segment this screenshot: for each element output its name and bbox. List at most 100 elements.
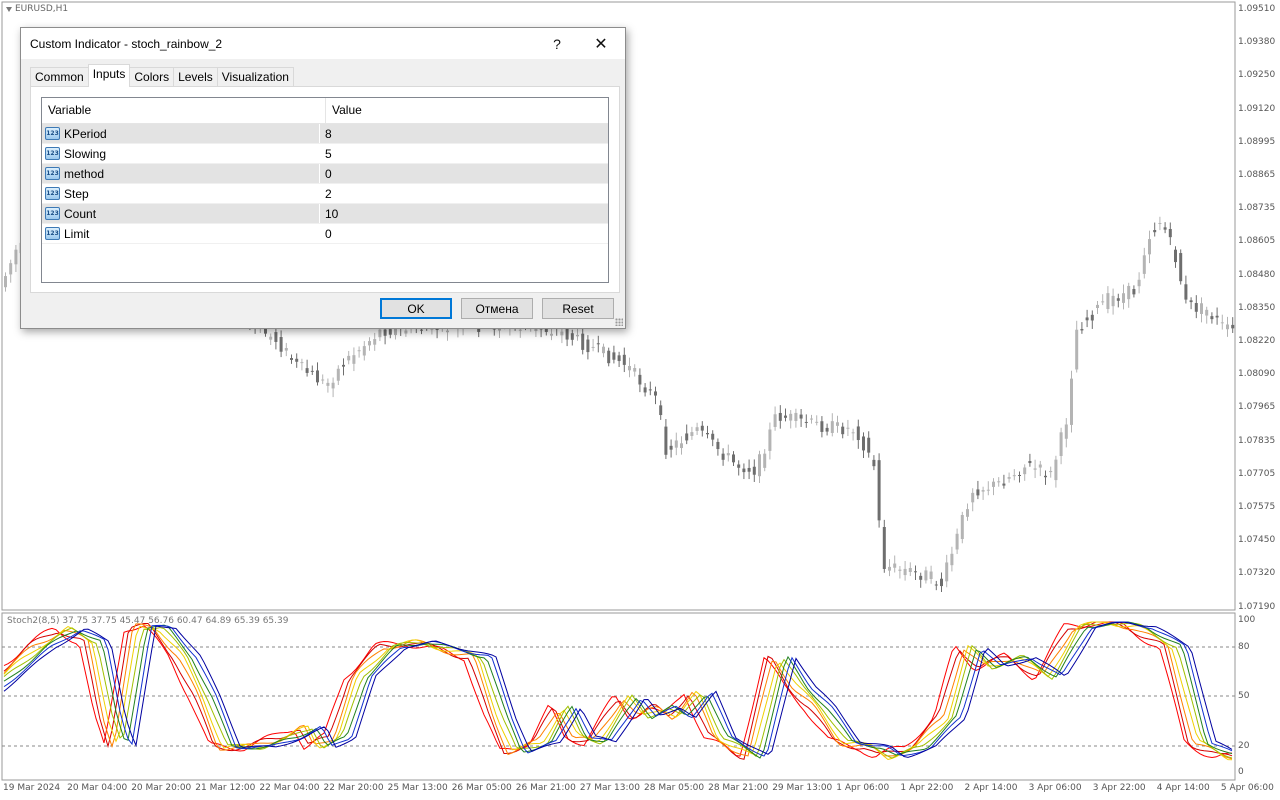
reset-button[interactable]: Reset: [542, 298, 614, 319]
candle-body: [789, 413, 793, 421]
candle-body: [336, 368, 340, 381]
variable-cell: 123 method: [42, 164, 320, 183]
variable-cell: 123 Step: [42, 184, 320, 203]
candle-body: [378, 329, 382, 338]
value-cell[interactable]: 2: [320, 184, 332, 203]
help-button[interactable]: ?: [535, 28, 579, 59]
value-cell[interactable]: 0: [320, 224, 332, 243]
table-row[interactable]: 123 Limit 0: [42, 224, 608, 244]
grid-header: Variable Value: [42, 98, 608, 124]
close-button[interactable]: ✕: [579, 28, 623, 59]
candle-body: [357, 350, 361, 352]
candle-body: [825, 427, 829, 432]
ok-button[interactable]: OK: [380, 298, 452, 319]
price-tick-label: 1.08350: [1238, 302, 1276, 313]
time-tick-label: 26 Mar 21:00: [515, 783, 576, 793]
candle-body: [404, 330, 408, 334]
candle-body: [321, 379, 325, 381]
candle-body: [976, 489, 980, 496]
candle-body: [383, 329, 387, 336]
time-tick-label: 20 Mar 04:00: [67, 783, 128, 793]
time-tick-label: 4 Apr 14:00: [1156, 783, 1210, 793]
table-row[interactable]: 123 Slowing 5: [42, 144, 608, 164]
candle-body: [1033, 468, 1037, 470]
tab-colors[interactable]: Colors: [129, 67, 175, 87]
integer-type-icon: 123: [45, 207, 60, 220]
value-cell[interactable]: 8: [320, 124, 332, 143]
candle-body: [342, 364, 345, 367]
table-row[interactable]: 123 Count 10: [42, 204, 608, 224]
candle-body: [1070, 378, 1073, 425]
candle-body: [300, 362, 304, 364]
price-tick-label: 1.08995: [1238, 136, 1276, 147]
variable-name: Step: [64, 186, 89, 201]
candle-body: [518, 329, 522, 331]
tab-common[interactable]: Common: [30, 67, 89, 87]
time-tick-label: 28 Mar 21:00: [708, 783, 769, 793]
candle-body: [1023, 467, 1027, 475]
candle-body: [758, 454, 761, 477]
variable-cell: 123 KPeriod: [42, 124, 320, 143]
candle-body: [331, 382, 335, 389]
candle-body: [1174, 249, 1177, 263]
dialog-titlebar[interactable]: Custom Indicator - stoch_rainbow_2 ? ✕: [21, 28, 625, 59]
candle-body: [664, 426, 668, 455]
candle-body: [778, 412, 782, 421]
candle-body: [1127, 285, 1131, 300]
candle-body: [368, 341, 371, 346]
candle-body: [882, 527, 886, 569]
table-row[interactable]: 123 method 0: [42, 164, 608, 184]
value-cell[interactable]: 10: [320, 204, 338, 223]
time-tick-label: 28 Mar 05:00: [644, 783, 705, 793]
candle-body: [9, 263, 13, 275]
oscillator-tick-label: 0: [1238, 767, 1244, 777]
candle-body: [768, 429, 772, 451]
dialog-tabs: Common Inputs Colors Levels Visualizatio…: [30, 64, 294, 87]
candle-body: [1007, 477, 1011, 479]
time-tick-label: 27 Mar 13:00: [579, 783, 640, 793]
table-row[interactable]: 123 KPeriod 8: [42, 124, 608, 144]
candle-body: [940, 578, 943, 587]
variable-column-header[interactable]: Variable: [42, 98, 326, 123]
value-column-header[interactable]: Value: [326, 98, 362, 123]
oscillator-tick-label: 20: [1238, 741, 1250, 751]
time-tick-label: 3 Apr 22:00: [1092, 783, 1146, 793]
candle-body: [929, 571, 933, 579]
time-tick-label: 22 Mar 20:00: [323, 783, 384, 793]
candle-body: [622, 354, 626, 365]
table-row[interactable]: 123 Step 2: [42, 184, 608, 204]
candle-body: [388, 329, 392, 335]
candle-body: [1054, 459, 1058, 481]
candle-body: [1122, 293, 1125, 303]
price-tick-label: 1.07320: [1238, 568, 1276, 579]
candle-body: [269, 336, 273, 340]
variable-name: KPeriod: [64, 126, 107, 141]
tab-visualization[interactable]: Visualization: [216, 67, 294, 87]
value-cell[interactable]: 0: [320, 164, 332, 183]
tab-inputs[interactable]: Inputs: [87, 64, 131, 87]
candle-body: [612, 352, 616, 360]
resize-grip-icon[interactable]: [615, 318, 623, 326]
candle-body: [1184, 284, 1188, 300]
integer-type-icon: 123: [45, 127, 60, 140]
value-cell[interactable]: 5: [320, 144, 332, 163]
candle-body: [633, 368, 637, 372]
time-tick-label: 19 Mar 2024: [3, 783, 61, 793]
candle-body: [1044, 475, 1047, 478]
candle-body: [1179, 253, 1183, 282]
tab-levels[interactable]: Levels: [173, 67, 218, 87]
candle-body: [1096, 304, 1099, 308]
candle-body: [295, 358, 299, 362]
symbol-label[interactable]: EURUSD,H1: [6, 4, 68, 14]
candle-body: [872, 459, 876, 467]
candle-body: [14, 249, 18, 265]
candle-body: [695, 427, 699, 431]
candle-body: [685, 433, 689, 441]
cancel-button[interactable]: Отмена: [461, 298, 533, 319]
candle-body: [1090, 314, 1094, 321]
inputs-grid: Variable Value 123 KPeriod 8 123 Slowing 5 123…: [41, 97, 609, 283]
candle-body: [362, 346, 366, 356]
candle-body: [586, 339, 590, 353]
candle-body: [945, 562, 949, 582]
variable-name: Count: [64, 206, 97, 221]
